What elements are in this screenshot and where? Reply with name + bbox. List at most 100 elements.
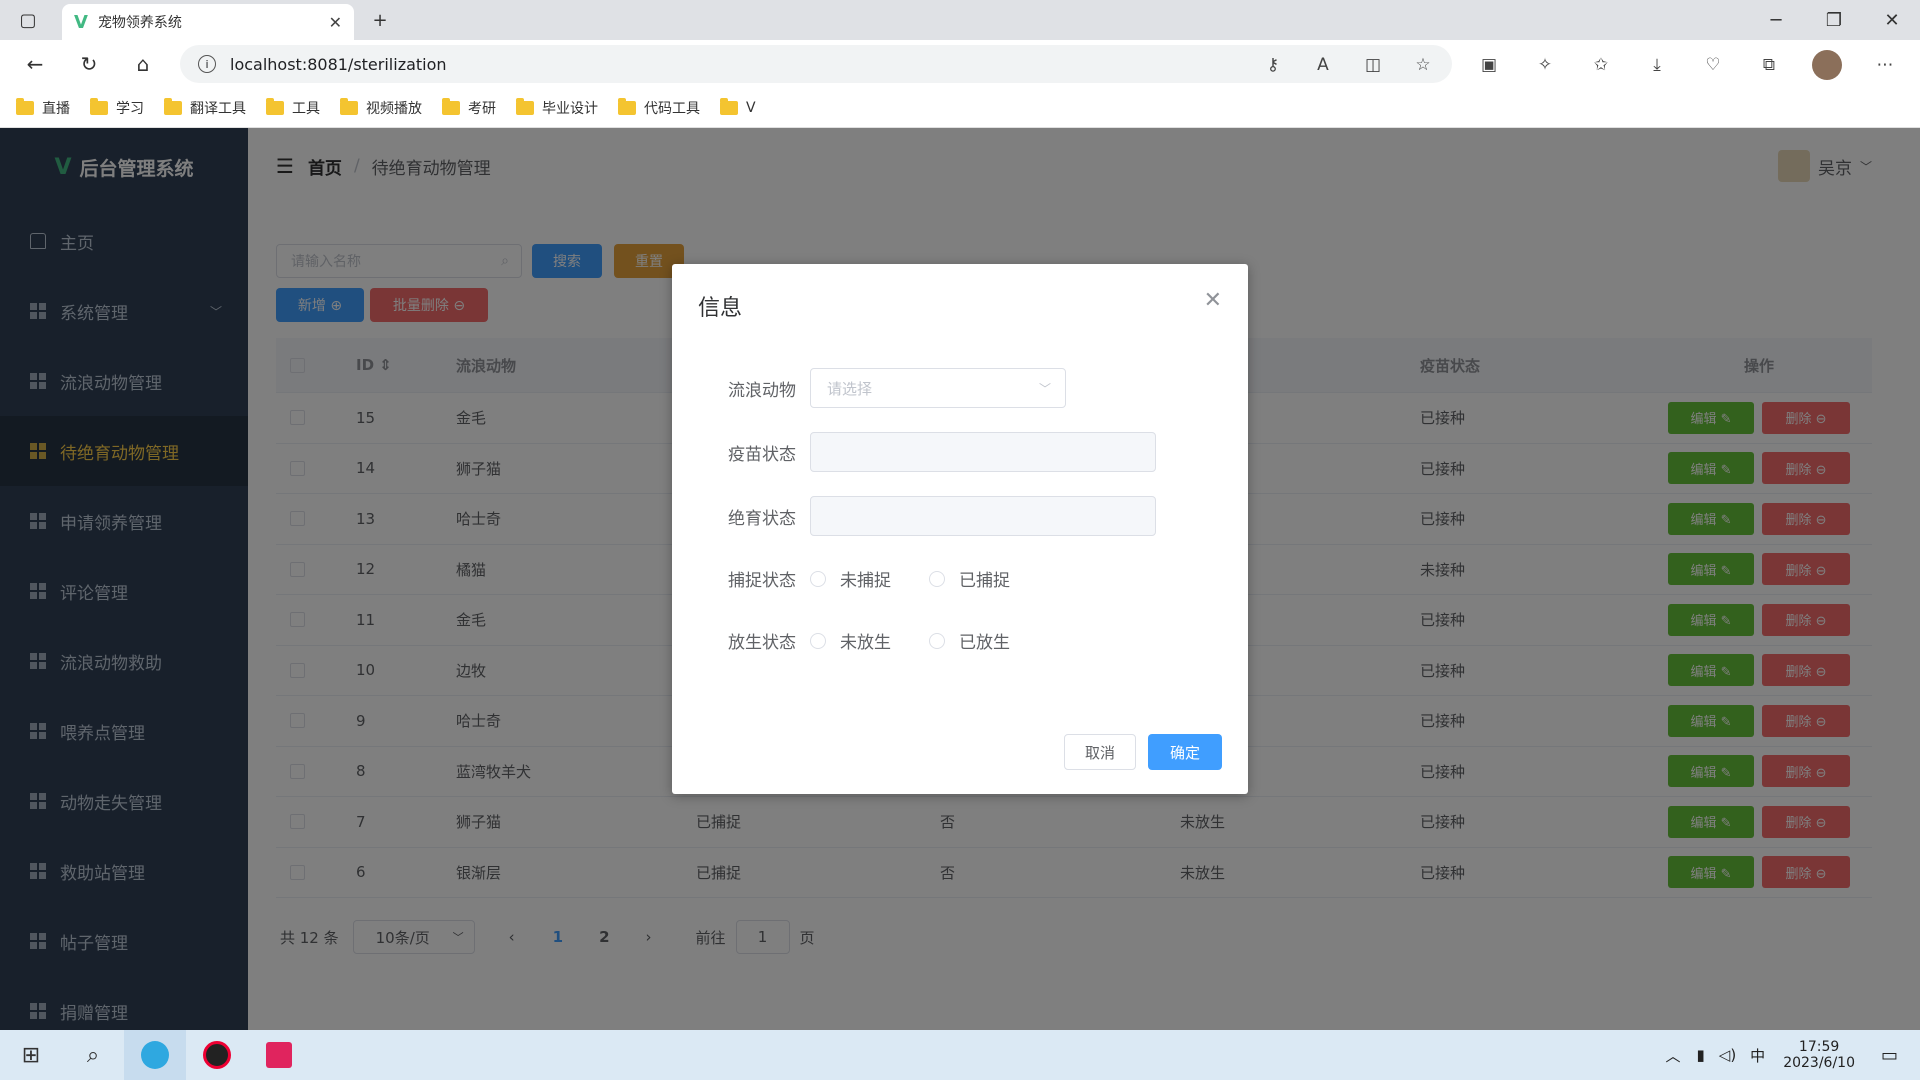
bookmark-label: 工具 (292, 100, 320, 117)
animal-placeholder: 请选择 (827, 379, 873, 398)
windows-start-icon[interactable]: ⊞ (0, 1030, 62, 1080)
app-icon[interactable] (186, 1030, 248, 1080)
capture-label: 捕捉状态 (728, 571, 796, 591)
favorites-icon[interactable]: ✩ (1586, 50, 1616, 80)
refresh-icon[interactable]: ↻ (64, 44, 114, 84)
minimize-icon[interactable]: ─ (1748, 0, 1804, 40)
back-icon[interactable]: ← (10, 44, 60, 84)
edge-browser-icon[interactable] (124, 1030, 186, 1080)
chevron-down-icon: ﹀ (1038, 381, 1051, 396)
bookmark-folder[interactable]: 毕业设计 (516, 97, 598, 118)
bookmark-label: 学习 (116, 100, 144, 117)
bookmark-label: 代码工具 (644, 100, 700, 117)
radio-dot (929, 570, 945, 587)
radio-label: 未放生 (840, 633, 891, 653)
folder-icon (90, 97, 108, 115)
close-window-icon[interactable]: ✕ (1864, 0, 1920, 40)
tab-title: 宠物领养系统 (97, 15, 182, 31)
radio-dot (929, 632, 945, 649)
animal-select[interactable]: 请选择 ﹀ (810, 368, 1066, 408)
search-icon[interactable]: ⌕ (62, 1030, 124, 1080)
volume-icon[interactable]: ◁) (1719, 1046, 1736, 1064)
animal-label: 流浪动物 (728, 380, 796, 401)
vaccine-label: 疫苗状态 (728, 444, 796, 465)
favorite-star-icon[interactable]: ☆ (1408, 50, 1438, 80)
folder-icon (164, 97, 182, 115)
form-row-animal: 流浪动物 请选择 ﹀ (672, 368, 1066, 408)
form-row-release: 放生状态 未放生 已放生 (672, 628, 1048, 653)
bookmark-folder[interactable]: 视频播放 (340, 97, 422, 118)
bookmark-label: 视频播放 (366, 100, 422, 117)
release-radio-done[interactable]: 已放生 (929, 628, 1010, 653)
bookmark-folder[interactable]: V (720, 97, 756, 116)
reader-view-icon[interactable]: ◫ (1358, 50, 1388, 80)
screenshot-icon[interactable]: ⧉ (1754, 50, 1784, 80)
system-tray: ︿ ▮ ◁) 中 17:59 2023/6/10 ▭ (1666, 1030, 1920, 1080)
health-icon[interactable]: ♡ (1698, 50, 1728, 80)
radio-dot (810, 632, 826, 649)
profile-avatar[interactable] (1812, 50, 1842, 80)
release-radio-not[interactable]: 未放生 (810, 628, 891, 653)
vaccine-field[interactable] (810, 432, 1156, 472)
bookmark-label: 翻译工具 (190, 100, 246, 117)
bookmark-folder[interactable]: 学习 (90, 97, 144, 118)
sterilize-field[interactable] (810, 496, 1156, 536)
ide-icon[interactable] (248, 1030, 310, 1080)
address-bar: ← ↻ ⌂ i localhost:8081/sterilization ⚷ A… (0, 40, 1920, 88)
bookmark-folder[interactable]: 直播 (16, 97, 70, 118)
new-tab-icon[interactable]: + (352, 0, 408, 40)
bookmark-folder[interactable]: 考研 (442, 97, 496, 118)
folder-icon (720, 97, 738, 115)
capture-radio-not[interactable]: 未捕捉 (810, 566, 891, 591)
workspace-icon[interactable]: ▣ (1474, 50, 1504, 80)
sterilize-label: 绝育状态 (728, 508, 796, 529)
bookmark-folder[interactable]: 翻译工具 (164, 97, 246, 118)
download-icon[interactable]: ⤓ (1642, 50, 1672, 80)
cancel-button[interactable]: 取消 (1064, 734, 1136, 770)
radio-label: 已捕捉 (959, 571, 1010, 591)
bookmark-folder[interactable]: 工具 (266, 97, 320, 118)
site-info-icon[interactable]: i (198, 55, 216, 73)
key-icon[interactable]: ⚷ (1258, 50, 1288, 80)
mic-icon[interactable]: ▮ (1697, 1046, 1705, 1064)
close-tab-icon[interactable]: ✕ (329, 13, 342, 32)
folder-icon (16, 97, 34, 115)
bookmark-label: V (746, 99, 756, 116)
url-text: localhost:8081/sterilization (230, 54, 447, 74)
read-aloud-icon[interactable]: A (1308, 50, 1338, 80)
close-icon[interactable]: ✕ (1204, 288, 1222, 313)
browser-tab[interactable]: V 宠物领养系统 ✕ (62, 4, 354, 40)
bookmark-label: 考研 (468, 100, 496, 117)
release-label: 放生状态 (728, 633, 796, 653)
taskbar: ⊞ ⌕ ︿ ▮ ◁) 中 17:59 2023/6/10 ▭ (0, 1030, 1920, 1080)
radio-dot (810, 570, 826, 587)
form-row-vaccine: 疫苗状态 (672, 432, 1156, 472)
capture-radio-done[interactable]: 已捕捉 (929, 566, 1010, 591)
bookmark-folder[interactable]: 代码工具 (618, 97, 700, 118)
clock[interactable]: 17:59 2023/6/10 (1783, 1039, 1855, 1071)
radio-label: 未捕捉 (840, 571, 891, 591)
dialog-title: 信息 (698, 296, 743, 321)
confirm-button[interactable]: 确定 (1148, 734, 1222, 770)
bookmark-label: 直播 (42, 100, 70, 117)
more-icon[interactable]: ⋯ (1870, 50, 1900, 80)
tray-expand-icon[interactable]: ︿ (1666, 1045, 1681, 1066)
bookmark-label: 毕业设计 (542, 100, 598, 117)
folder-icon (442, 97, 460, 115)
home-icon[interactable]: ⌂ (118, 44, 168, 84)
tab-actions-icon[interactable]: ▢ (0, 0, 56, 40)
extensions-icon[interactable]: ✧ (1530, 50, 1560, 80)
form-row-sterilize: 绝育状态 (672, 496, 1156, 536)
info-dialog: 信息 ✕ 流浪动物 请选择 ﹀ 疫苗状态 绝育状态 捕捉状态 未捕捉 已捕捉 放生… (672, 264, 1248, 794)
notification-icon[interactable]: ▭ (1881, 1045, 1898, 1066)
browser-tab-bar: ▢ V 宠物领养系统 ✕ + ─ ❐ ✕ (0, 0, 1920, 40)
restore-icon[interactable]: ❐ (1806, 0, 1862, 40)
clock-date: 2023/6/10 (1783, 1055, 1855, 1071)
bookmarks-bar: 直播 学习 翻译工具 工具 视频播放 考研 毕业设计 代码工具 V (0, 88, 1920, 128)
folder-icon (618, 97, 636, 115)
ime-indicator[interactable]: 中 (1750, 1045, 1765, 1066)
clock-time: 17:59 (1798, 1039, 1840, 1055)
folder-icon (340, 97, 358, 115)
radio-label: 已放生 (959, 633, 1010, 653)
form-row-capture: 捕捉状态 未捕捉 已捕捉 (672, 566, 1048, 591)
